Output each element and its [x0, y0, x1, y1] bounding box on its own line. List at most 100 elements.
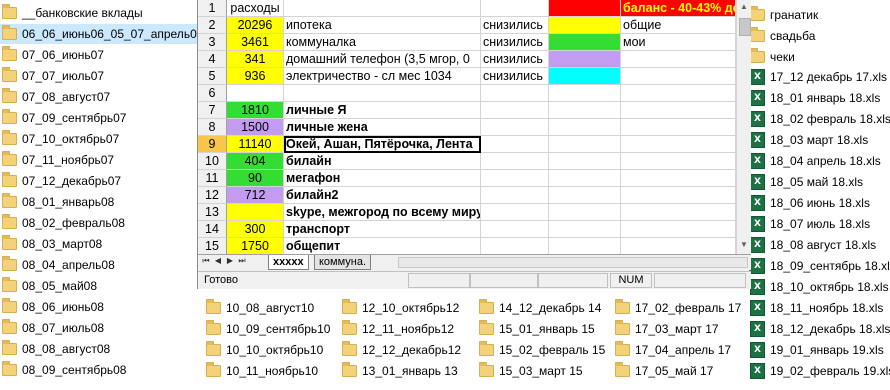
folder-item[interactable]: 10_10_октябрь10 — [206, 340, 323, 360]
sheet-cell[interactable]: 3461 — [227, 34, 284, 51]
sheet-cell[interactable] — [284, 0, 481, 17]
sheet-cell[interactable] — [621, 204, 736, 221]
sheet-cell[interactable] — [549, 119, 621, 136]
sheet-cell[interactable] — [481, 221, 549, 238]
sheet-cell[interactable] — [549, 51, 621, 68]
prev-sheet-icon[interactable]: ◀ — [212, 256, 224, 265]
folder-item[interactable]: 17_05_май 17 — [615, 361, 713, 381]
row-header[interactable]: 10 — [198, 153, 227, 170]
sheet-cell[interactable]: 90 — [227, 170, 284, 187]
sheet-cell[interactable] — [284, 85, 481, 102]
folder-item[interactable]: гранатик — [750, 5, 818, 25]
sheet-cell[interactable] — [481, 187, 549, 204]
sheet-cell[interactable]: 1810 — [227, 102, 284, 119]
first-sheet-icon[interactable]: ⏮ — [200, 256, 212, 266]
sheet-cell[interactable]: снизились — [481, 34, 549, 51]
sheet-cell[interactable] — [621, 221, 736, 238]
file-item[interactable]: X 18_04 апрель 18.xls — [750, 151, 881, 171]
sheet-cell[interactable]: снизились — [481, 17, 549, 34]
folder-item[interactable]: 12_11_ноябрь12 — [342, 319, 454, 339]
file-item[interactable]: X 18_05 май 18.xls — [750, 172, 863, 192]
file-item[interactable]: X 18_12_декабрь 18.xls — [750, 319, 890, 339]
vertical-scrollbar[interactable]: ▲ ▼ — [736, 0, 751, 254]
sheet-cell[interactable]: общепит — [284, 238, 481, 254]
folder-item[interactable]: 13_01_январь 13 — [342, 361, 458, 381]
folder-item[interactable]: чеки — [750, 47, 795, 67]
file-item[interactable]: X 18_08 август 18.xls — [750, 235, 876, 255]
sheet-cell[interactable]: 1500 — [227, 119, 284, 136]
sheet-cell[interactable]: 11140 — [227, 136, 284, 153]
row-header[interactable]: 4 — [198, 51, 227, 68]
sheet-cell[interactable]: личные жена — [284, 119, 481, 136]
file-item[interactable]: X 19_01_январь 19.xls — [750, 340, 884, 360]
file-item[interactable]: X 18_06 июнь 18.xls — [750, 193, 870, 213]
sheet-cell[interactable] — [621, 68, 736, 85]
sheet-cell[interactable]: 404 — [227, 153, 284, 170]
sheet-cell[interactable] — [549, 204, 621, 221]
row-header[interactable]: 3 — [198, 34, 227, 51]
row-header[interactable]: 11 — [198, 170, 227, 187]
file-item[interactable]: X 18_02 февраль 18.xls — [750, 109, 890, 129]
folder-item[interactable]: 08_03_март08 — [0, 234, 197, 254]
sheet-cell[interactable] — [621, 238, 736, 254]
sheet-cell[interactable] — [549, 136, 621, 153]
folder-item[interactable]: 07_11_ноябрь07 — [0, 150, 197, 170]
sheet-cell[interactable] — [621, 119, 736, 136]
sheet-cell[interactable]: расходы — [227, 0, 284, 17]
folder-item[interactable]: 08_08_август08 — [0, 339, 197, 359]
scroll-thumb[interactable] — [739, 18, 751, 36]
row-header[interactable]: 12 — [198, 187, 227, 204]
row-header[interactable]: 7 — [198, 102, 227, 119]
sheet-cell[interactable] — [549, 34, 621, 51]
sheet-cell[interactable] — [621, 51, 736, 68]
sheet-cell[interactable] — [549, 102, 621, 119]
sheet-cell[interactable] — [549, 17, 621, 34]
sheet-cell[interactable]: 20296 — [227, 17, 284, 34]
file-item[interactable]: X 18_01 январь 18.xls — [750, 88, 880, 108]
file-item[interactable]: X 18_11_ноябрь 18.xls — [750, 298, 883, 318]
sheet-cell[interactable] — [549, 153, 621, 170]
folder-item[interactable]: 08_07_июль08 — [0, 318, 197, 338]
sheet-cell[interactable]: общие — [621, 17, 736, 34]
sheet-cell[interactable] — [621, 136, 736, 153]
folder-item[interactable]: 07_10_октябрь07 — [0, 129, 197, 149]
scroll-up-icon[interactable]: ▲ — [739, 2, 749, 11]
folder-item[interactable]: 07_12_декабрь07 — [0, 171, 197, 191]
row-header[interactable]: 1 — [198, 0, 227, 17]
sheet-cell[interactable]: 1750 — [227, 238, 284, 254]
folder-item[interactable]: 07_08_август07 — [0, 87, 197, 107]
row-header[interactable]: 5 — [198, 68, 227, 85]
folder-item[interactable]: 17_04_апрель 17 — [615, 340, 731, 360]
folder-item[interactable]: 07_07_июль07 — [0, 66, 197, 86]
scroll-down-icon[interactable]: ▼ — [739, 240, 749, 249]
sheet-tab[interactable]: коммуна. — [314, 255, 372, 270]
sheet-cell[interactable]: личные Я — [284, 102, 481, 119]
sheet-cell[interactable] — [549, 238, 621, 254]
file-item[interactable]: X 18_10_октябрь 18.xls — [750, 277, 889, 297]
sheet-cell[interactable] — [549, 85, 621, 102]
folder-item[interactable]: 07_09_сентябрь07 — [0, 108, 197, 128]
file-item[interactable]: X 18_09_сентябрь 18.xls — [750, 256, 890, 276]
next-sheet-icon[interactable]: ▶ — [224, 256, 236, 265]
sheet-cell[interactable]: транспорт — [284, 221, 481, 238]
row-header[interactable]: 13 — [198, 204, 227, 221]
folder-item[interactable]: __банковские вклады — [0, 3, 197, 23]
folder-item[interactable]: 10_11_ноябрь10 — [206, 361, 318, 381]
row-header[interactable]: 2 — [198, 17, 227, 34]
row-header[interactable]: 8 — [198, 119, 227, 136]
sheet-cell[interactable] — [481, 85, 549, 102]
sheet-cell[interactable] — [549, 0, 621, 17]
sheet-cell[interactable] — [481, 204, 549, 221]
folder-item[interactable]: свадьба — [750, 26, 815, 46]
folder-item[interactable]: 15_01_январь 15 — [479, 319, 595, 339]
sheet-cell[interactable] — [481, 136, 549, 153]
sheet-cell[interactable] — [621, 102, 736, 119]
sheet-cell[interactable]: баланс - 40-43% доходов проедать, 1 — [621, 0, 736, 17]
sheet-cell[interactable]: домашний телефон (3,5 мгор, 0 — [284, 51, 481, 68]
sheet-cell[interactable]: 341 — [227, 51, 284, 68]
sheet-cell[interactable]: коммуналка — [284, 34, 481, 51]
sheet-cell[interactable] — [481, 0, 549, 17]
sheet-cell[interactable] — [549, 187, 621, 204]
sheet-cell[interactable]: мои — [621, 34, 736, 51]
folder-item[interactable]: 10_08_август10 — [206, 298, 314, 318]
